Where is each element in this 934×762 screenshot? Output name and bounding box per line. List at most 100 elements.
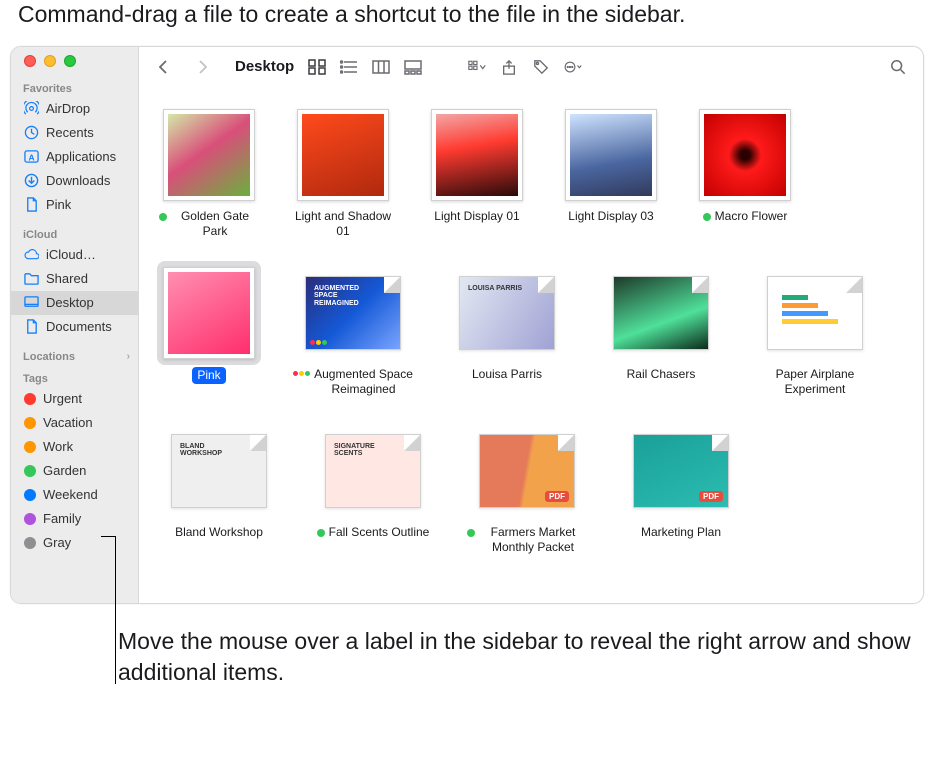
file-thumbnail [563, 107, 659, 203]
sidebar: Favorites› AirDropRecentsAApplicationsDo… [11, 47, 139, 603]
file-item[interactable]: BLAND WORKSHOPBland Workshop [159, 423, 279, 555]
file-item[interactable]: PDF Farmers Market Monthly Packet [467, 423, 587, 555]
sidebar-item-recents[interactable]: Recents [11, 121, 138, 145]
window-controls [11, 55, 138, 79]
back-button[interactable] [151, 55, 177, 79]
folder-icon [23, 271, 39, 287]
file-item[interactable]: Pink [159, 265, 259, 397]
cloud-icon [23, 247, 39, 263]
close-window-button[interactable] [24, 55, 36, 67]
sidebar-tag-gray[interactable]: Gray [11, 531, 138, 555]
main-pane: Desktop Golden Gate ParkLight and Shadow… [139, 47, 923, 603]
tag-dot-icon [703, 213, 711, 221]
file-label: Louisa Parris [472, 367, 542, 382]
icon-view-button[interactable] [301, 55, 333, 79]
sidebar-item-label: Family [43, 511, 81, 526]
file-item[interactable]: Macro Flower [695, 107, 795, 239]
file-item[interactable]: SIGNATURE SCENTSFall Scents Outline [313, 423, 433, 555]
sidebar-item-label: Applications [46, 149, 116, 164]
group-by-button[interactable] [464, 55, 490, 79]
sidebar-item-label: Vacation [43, 415, 93, 430]
gallery-view-button[interactable] [397, 55, 429, 79]
share-button[interactable] [496, 55, 522, 79]
sidebar-item-downloads[interactable]: Downloads [11, 169, 138, 193]
file-thumbnail: PDF [633, 423, 729, 519]
search-button[interactable] [885, 55, 911, 79]
file-label: Marketing Plan [641, 525, 721, 540]
sidebar-item-label: Weekend [43, 487, 98, 502]
zoom-window-button[interactable] [64, 55, 76, 67]
file-thumbnail [429, 107, 525, 203]
sidebar-section-locations[interactable]: Locations› [11, 347, 138, 365]
sidebar-item-pink[interactable]: Pink [11, 193, 138, 217]
sidebar-item-documents[interactable]: Documents [11, 315, 138, 339]
file-thumbnail [161, 107, 257, 203]
clock-icon [23, 125, 39, 141]
file-label: Bland Workshop [175, 525, 263, 540]
sidebar-item-icloud-[interactable]: iCloud… [11, 243, 138, 267]
file-thumbnail [697, 107, 793, 203]
sidebar-item-label: Desktop [46, 295, 94, 310]
file-label: Light Display 03 [568, 209, 653, 224]
tag-dot-icon [24, 441, 36, 453]
file-label: Pink [192, 367, 225, 384]
sidebar-item-label: Documents [46, 319, 112, 334]
forward-button[interactable] [189, 55, 215, 79]
file-thumbnail: AUGMENTED SPACE REIMAGINED [305, 265, 401, 361]
doc-icon [23, 197, 39, 213]
list-view-button[interactable] [333, 55, 365, 79]
file-item[interactable]: Golden Gate Park [159, 107, 259, 239]
sidebar-section-favorites[interactable]: Favorites› [11, 79, 138, 97]
file-label: Macro Flower [703, 209, 788, 224]
callout-bottom: Move the mouse over a label in the sideb… [0, 626, 934, 688]
airdrop-icon [23, 101, 39, 117]
file-label: Farmers Market Monthly Packet [467, 525, 587, 555]
file-thumbnail [767, 265, 863, 361]
sidebar-item-label: Work [43, 439, 73, 454]
sidebar-tag-garden[interactable]: Garden [11, 459, 138, 483]
tag-dot-icon [317, 529, 325, 537]
content-area[interactable]: Golden Gate Park Light and Shadow 01 Light… [139, 87, 923, 603]
file-item[interactable]: Light and Shadow 01 [293, 107, 393, 239]
minimize-window-button[interactable] [44, 55, 56, 67]
sidebar-tag-vacation[interactable]: Vacation [11, 411, 138, 435]
file-item[interactable]: Light Display 01 [427, 107, 527, 239]
tag-dot-icon [24, 489, 36, 501]
more-button[interactable] [560, 55, 586, 79]
file-item[interactable]: Paper Airplane Experiment [755, 265, 875, 397]
tag-dot-icon [159, 213, 167, 221]
file-thumbnail: SIGNATURE SCENTS [325, 423, 421, 519]
sidebar-item-desktop[interactable]: Desktop [11, 291, 138, 315]
sidebar-item-airdrop[interactable]: AirDrop [11, 97, 138, 121]
sidebar-section-tags[interactable]: Tags› [11, 369, 138, 387]
sidebar-tag-work[interactable]: Work [11, 435, 138, 459]
tags-button[interactable] [528, 55, 554, 79]
file-thumbnail: PDF [479, 423, 575, 519]
sidebar-item-label: Shared [46, 271, 88, 286]
file-item[interactable]: Light Display 03 [561, 107, 661, 239]
file-item[interactable]: LOUISA PARRISLouisa Parris [447, 265, 567, 397]
tag-dot-icon [24, 393, 36, 405]
download-icon [23, 173, 39, 189]
file-item[interactable]: PDF Marketing Plan [621, 423, 741, 555]
tag-dot-icon [24, 465, 36, 477]
sidebar-tag-family[interactable]: Family [11, 507, 138, 531]
tag-dot-icon [24, 537, 36, 549]
sidebar-item-label: Urgent [43, 391, 82, 406]
sidebar-tag-urgent[interactable]: Urgent [11, 387, 138, 411]
sidebar-item-label: Recents [46, 125, 94, 140]
file-item[interactable]: Rail Chasers [601, 265, 721, 397]
file-item[interactable]: AUGMENTED SPACE REIMAGINEDAugmented Spac… [293, 265, 413, 397]
sidebar-item-label: iCloud… [46, 247, 96, 262]
sidebar-item-label: Gray [43, 535, 71, 550]
file-label: Light and Shadow 01 [293, 209, 393, 239]
view-switcher [300, 54, 430, 80]
sidebar-item-applications[interactable]: AApplications [11, 145, 138, 169]
callout-leader [101, 536, 115, 537]
tag-dot-icon [24, 513, 36, 525]
keynote-icon [293, 371, 310, 376]
sidebar-section-icloud[interactable]: iCloud› [11, 225, 138, 243]
sidebar-tag-weekend[interactable]: Weekend [11, 483, 138, 507]
column-view-button[interactable] [365, 55, 397, 79]
sidebar-item-shared[interactable]: Shared [11, 267, 138, 291]
